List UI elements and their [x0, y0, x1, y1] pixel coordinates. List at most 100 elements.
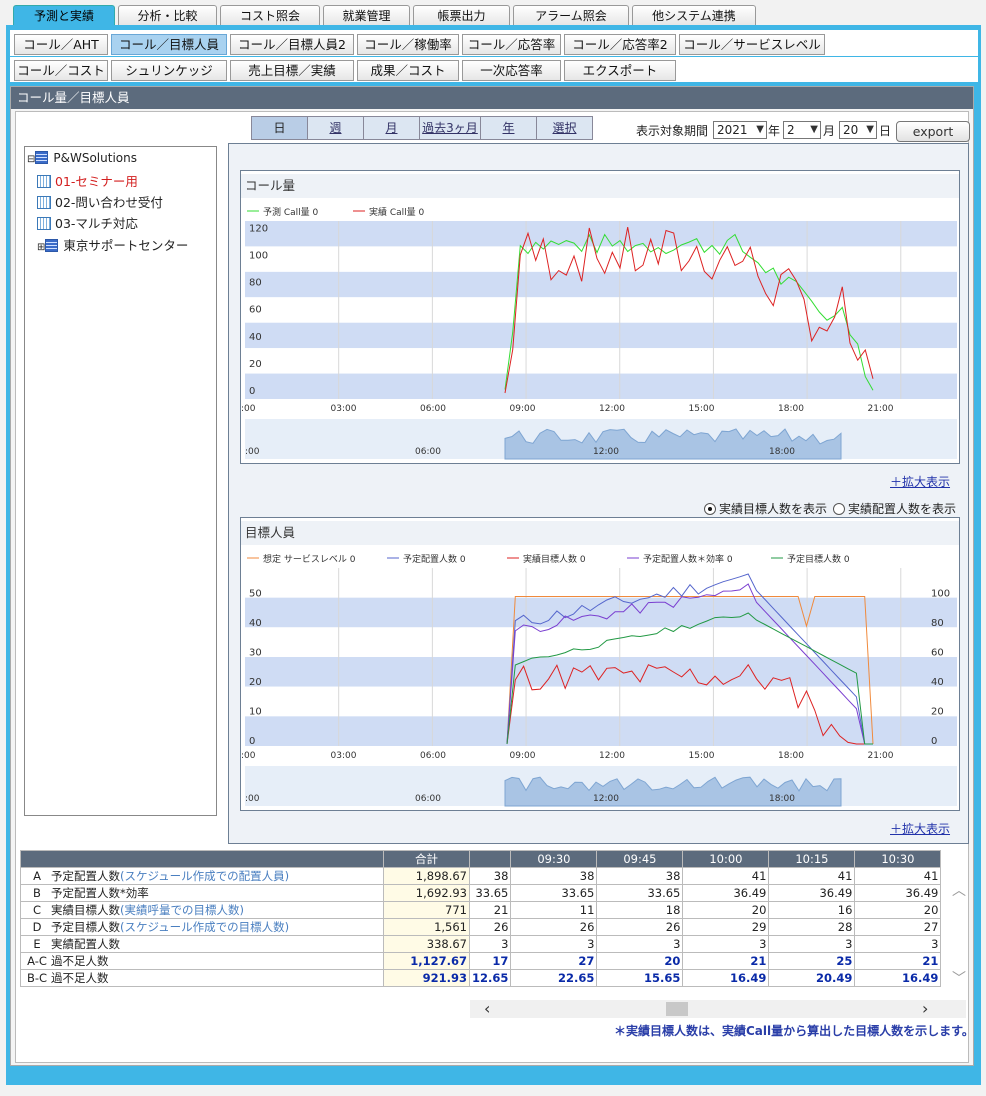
y-left-tick: 30 — [249, 648, 262, 659]
horizontal-scrollbar[interactable]: ‹ › — [470, 999, 966, 1018]
radio-label: 実績目標人数を表示 — [719, 502, 828, 516]
scroll-left-icon[interactable]: ‹ — [484, 999, 490, 1018]
grid-band — [245, 246, 957, 272]
x-tick-label: 21:00 — [868, 404, 894, 414]
subtab-call-cost[interactable]: コール／コスト — [14, 60, 108, 81]
calendar-icon — [37, 217, 51, 230]
tab-reports[interactable]: 帳票出力 — [413, 5, 510, 27]
row-label: E 実績配置人数 — [20, 935, 384, 953]
subtab-shrinkage[interactable]: シュリンケッジ — [111, 60, 227, 81]
period-week-button[interactable]: 週 — [307, 116, 364, 140]
legend-label: 実績目標人数 0 — [523, 553, 586, 565]
footnote: ＊実績目標人数は、実績Call量から算出した目標人数を示します。 — [614, 1024, 974, 1038]
y-tick-label: 120 — [249, 223, 268, 234]
subtab-sales-target[interactable]: 売上目標／実績 — [230, 60, 354, 81]
expand-call-chart-link[interactable]: ＋拡大表示 — [890, 473, 950, 490]
subtab-call-answer-rate[interactable]: コール／応答率 — [462, 34, 561, 55]
tree-item-seminar[interactable]: 01-セミナー用 — [37, 171, 138, 190]
table-row: B-C 過不足人数 921.93 12.65 22.65 15.65 16.49 20.49 1… — [20, 969, 942, 987]
tab-forecast-actual[interactable]: 予測と実績 — [13, 5, 115, 27]
building-icon — [45, 239, 59, 252]
row-cell: 26 — [510, 918, 598, 936]
subtab-result-cost[interactable]: 成果／コスト — [357, 60, 459, 81]
row-cell: 12.65 — [468, 969, 512, 987]
month-select[interactable]: 2 — [783, 121, 821, 139]
x-tick-label: 18:00 — [778, 404, 804, 414]
call-volume-chart: コール量 0 20 40 60 80 100 120:00 03:00 06:00 09:00 12… — [240, 170, 960, 464]
x-tick-label: 06:00 — [420, 751, 446, 761]
subtab-call-target[interactable]: コール／目標人員 — [111, 34, 227, 55]
radio-off-icon — [833, 503, 845, 515]
scroll-down-icon[interactable]: ﹀ — [952, 968, 966, 988]
table-row: D 予定目標人数(スケジュール作成での目標人数) 1,561 26 26 26 29 28 27 — [20, 918, 942, 936]
row-cell: 36.49 — [854, 884, 942, 902]
tree-item-multi[interactable]: 03-マルチ対応 — [37, 213, 138, 232]
tab-external[interactable]: 他システム連携 — [632, 5, 756, 27]
row-label: B 予定配置人数*効率 — [20, 884, 384, 902]
legend-label: 予測 Call量 0 — [263, 206, 319, 218]
radio-actual-staff[interactable]: 実績配置人数を表示 — [833, 500, 956, 517]
period-3months-button[interactable]: 過去3ヶ月 — [419, 116, 481, 140]
row-total: 1,127.67 — [383, 952, 470, 970]
scroll-right-icon[interactable]: › — [922, 999, 928, 1018]
export-button[interactable]: export — [896, 121, 970, 142]
grid-band — [245, 373, 957, 399]
year-select[interactable]: 2021 — [713, 121, 767, 139]
y-tick-label: 60 — [249, 305, 262, 316]
tree-root[interactable]: ⊟ P&WSolutions — [27, 150, 137, 165]
expand-icon[interactable]: ⊞ — [37, 242, 45, 253]
row-cell: 36.49 — [768, 884, 856, 902]
row-total: 1,898.67 — [383, 867, 470, 885]
subtab-call-service-level[interactable]: コール／サービスレベル — [679, 34, 825, 55]
y-left-tick: 40 — [249, 618, 262, 629]
tab-alarms[interactable]: アラーム照会 — [513, 5, 629, 27]
subtab-export[interactable]: エクスポート — [564, 60, 676, 81]
grid-band — [245, 716, 957, 746]
row-label: A-C 過不足人数 — [20, 952, 384, 970]
staffing-chart: 目標人員 0 10 20 30 40 50 0 20 40 60 80 100:00 03:00 06:0… — [240, 517, 960, 811]
radio-actual-target[interactable]: 実績目標人数を表示 — [704, 500, 827, 517]
header-time: 09:30 — [510, 850, 598, 868]
y-left-tick: 10 — [249, 707, 262, 718]
period-day-button[interactable]: 日 — [251, 116, 308, 140]
table-row: A 予定配置人数(スケジュール作成での配置人員) 1,898.67 38 38 38 41 4… — [20, 867, 942, 885]
tab-cost[interactable]: コスト照会 — [220, 5, 320, 27]
subtab-call-occupancy[interactable]: コール／稼働率 — [357, 34, 459, 55]
period-select-button[interactable]: 選択 — [536, 116, 593, 140]
scroll-up-icon[interactable]: ︿ — [952, 880, 966, 900]
y-tick-label: 80 — [249, 278, 262, 289]
row-code: A — [33, 869, 41, 883]
legend-label: 想定 サービスレベル 0 — [263, 553, 356, 565]
header-label-col — [20, 850, 384, 868]
row-cell: 27 — [510, 952, 598, 970]
grid-band — [245, 297, 957, 323]
period-year-button[interactable]: 年 — [480, 116, 537, 140]
row-cell: 3 — [596, 935, 684, 953]
y-tick-label: 40 — [249, 332, 262, 343]
calendar-icon — [37, 196, 51, 209]
collapse-icon[interactable]: ⊟ — [27, 154, 35, 165]
x-tick-label: 03:00 — [331, 751, 357, 761]
y-left-tick: 20 — [249, 677, 262, 688]
subtab-first-response[interactable]: 一次応答率 — [462, 60, 561, 81]
x-tick-label: 06:00 — [420, 404, 446, 414]
x-tick-label: 15:00 — [689, 751, 715, 761]
x-tick-label: 09:00 — [510, 751, 536, 761]
row-cell: 17 — [468, 952, 512, 970]
tree-item-inquiry[interactable]: 02-問い合わせ受付 — [37, 192, 163, 211]
day-select[interactable]: 20 — [839, 121, 877, 139]
scroll-thumb[interactable] — [666, 1002, 688, 1016]
tree-group-tokyo[interactable]: ⊞ 東京サポートセンター — [37, 235, 188, 254]
row-cell: 15.65 — [596, 969, 684, 987]
subtab-call-aht[interactable]: コール／AHT — [14, 34, 108, 55]
expand-staff-chart-link[interactable]: ＋拡大表示 — [890, 820, 950, 837]
tab-analysis[interactable]: 分析・比較 — [118, 5, 217, 27]
header-time — [468, 850, 512, 868]
subtab-call-answer-rate2[interactable]: コール／応答率2 — [564, 34, 676, 55]
subtab-call-target2[interactable]: コール／目標人員2 — [230, 34, 354, 55]
period-month-button[interactable]: 月 — [363, 116, 420, 140]
tab-attendance[interactable]: 就業管理 — [323, 5, 410, 27]
period-label: 表示対象期間 — [636, 124, 709, 138]
x-tick-label: 12:00 — [599, 404, 625, 414]
tree-item-label: 03-マルチ対応 — [55, 216, 138, 231]
